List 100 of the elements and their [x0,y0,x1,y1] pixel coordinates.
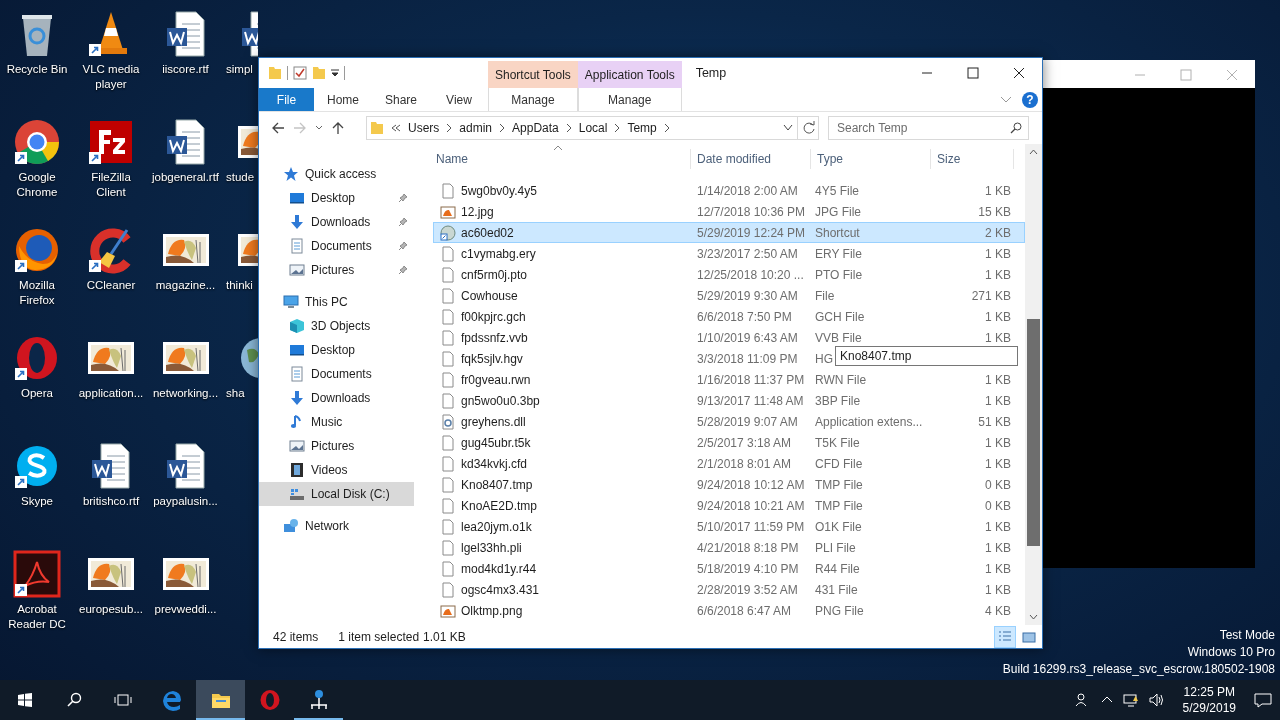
scroll-down-icon[interactable] [1029,614,1038,620]
browser-icon[interactable] [160,689,183,711]
navigation-label: This PC [305,295,349,309]
file-size-cell-text: 1 KB [984,560,1012,578]
desktop-icon-label[interactable]: sha [223,386,245,401]
back-arrow-icon[interactable] [271,121,285,135]
desktop-icon-label[interactable]: Skype [21,494,53,509]
film-icon [289,462,305,478]
scrollbar[interactable] [1025,144,1042,625]
dropdown-caret-icon[interactable] [331,68,339,78]
search-icon[interactable] [65,692,82,708]
column-header[interactable]: Type [811,149,931,169]
navigation-label: Pictures [311,263,356,277]
help-button[interactable]: ? [1022,91,1038,108]
pin-icon [398,265,408,275]
breadcrumb[interactable]: Local [578,121,608,135]
navigation-item[interactable]: Network [259,514,414,538]
navigation-item[interactable]: Downloads [259,386,414,410]
address-bar[interactable]: Users admin AppData Local Temp [366,116,819,140]
date-modified-cell-text: 5/29/2019 12:24 PM [696,224,807,242]
navigation-item[interactable]: Downloads [259,210,414,234]
desktop-icon-label[interactable]: britishco.rtf [82,494,140,509]
desktop-icon-label[interactable]: magazine... [155,278,216,293]
breadcrumb[interactable]: Users [408,121,440,135]
navigation-item[interactable]: Videos [259,458,414,482]
breadcrumb[interactable]: admin [459,121,493,135]
navigation-item[interactable]: Documents [259,362,414,386]
desktop-icon-label[interactable]: thinki [223,278,253,293]
navigation-item[interactable]: Desktop [259,186,414,210]
desktop-icon-label[interactable]: VLC media player [75,62,147,92]
close-icon[interactable] [1013,67,1025,79]
file-name: 12.jpg [461,204,494,219]
expand-ribbon-icon[interactable] [1000,95,1012,104]
task-view-icon[interactable] [112,692,133,708]
navigation-item[interactable]: Desktop [259,338,414,362]
ribbon-tab[interactable]: Share [372,88,430,111]
navigation-item[interactable]: Music [259,410,414,434]
volume-icon[interactable] [1148,692,1165,708]
column-header[interactable]: Name [433,149,691,169]
taskbar-button[interactable] [196,680,245,720]
ribbon-tab[interactable]: View [430,88,488,111]
navigation-item[interactable]: Documents [259,234,414,258]
desktop-icon-label[interactable]: Acrobat Reader DC [1,602,73,632]
ribbon-tab[interactable]: Home [314,88,372,111]
date-modified-cell-text: 9/24/2018 10:12 AM [696,476,806,494]
file-type-cell: PLI File [815,540,856,555]
desktop-icon-label[interactable]: simpl [223,62,253,77]
file-size-cell-text: 1 KB [984,182,1012,200]
search-field[interactable]: Search Temp [828,116,1029,140]
desktop-icon-label[interactable]: Google Chrome [1,170,73,200]
desktop-icon-label[interactable]: prevweddi... [154,602,217,617]
desktop-icon-label[interactable]: CCleaner [86,278,136,293]
scrollbar-thumb[interactable] [1027,319,1040,546]
network-status-icon[interactable] [1122,692,1139,708]
ribbon-tab[interactable]: Manage [577,88,682,111]
breadcrumb[interactable]: Temp [627,121,657,135]
desktop-icon-label[interactable]: iiscore.rtf [162,62,209,77]
date-modified-cell-text: 5/28/2019 9:07 AM [696,413,799,431]
up-arrow-icon[interactable] [331,121,345,135]
navigation-item[interactable]: Quick access [259,162,414,186]
recent-caret-icon[interactable] [315,124,323,132]
dropdown-caret-icon[interactable] [781,123,795,133]
date-modified-cell-text: 5/10/2017 11:59 PM [696,518,806,536]
desktop-icon-label[interactable]: paypalusin... [153,494,218,509]
column-header[interactable]: Date modified [691,149,811,169]
clock[interactable]: 12:25 PM 5/29/2019 [1182,684,1236,716]
properties-icon[interactable] [293,65,307,81]
navigation-item[interactable]: Local Disk (C:) [259,482,414,506]
shortcut-icon [440,224,456,241]
letter-o-icon[interactable] [258,689,281,711]
column-header[interactable]: Size [931,149,1014,169]
file-size-cell-text: 1 KB [984,308,1012,326]
file-type-cell: TMP File [815,477,863,492]
file-menu-tab[interactable]: File [259,88,314,111]
start-icon[interactable] [16,692,33,708]
desktop-icon-label[interactable]: stude [223,170,255,185]
navigation-item[interactable]: 3D Objects [259,314,414,338]
breadcrumb[interactable]: AppData [512,121,559,135]
desktop-icon-label[interactable]: jobgeneral.rtf [151,170,220,185]
navigation-item[interactable]: Pictures [259,434,414,458]
navigation-label: Videos [311,463,349,477]
maximize-icon[interactable] [967,67,979,79]
ribbon-tab[interactable]: Manage [488,88,578,111]
scroll-up-icon[interactable] [1029,149,1038,155]
file-name: f00kpjrc.gch [461,309,526,324]
desktop-icon-label[interactable]: application... [78,386,144,401]
desktop-icon-label[interactable]: Opera [21,386,53,401]
notifications-icon[interactable] [1254,692,1272,708]
file-type-cell: Application extens... [815,414,923,429]
navigation-item[interactable]: Pictures [259,258,414,282]
file-size-cell-text: 0 KB [984,497,1012,515]
desktop-icon-label[interactable]: networking... [152,386,219,401]
desktop-icon-label[interactable]: Mozilla Firefox [1,278,73,308]
desktop-icon-label[interactable]: europesub... [79,602,143,617]
selected-file-row[interactable]: ac60ed02 5/29/2019 12:24 PM Shortcut 2 KB [433,222,1025,243]
image-file-icon [440,602,456,619]
desktop-icon-label[interactable]: Recycle Bin [6,62,68,77]
navigation-item[interactable]: This PC [259,290,414,314]
desktop-icon-label[interactable]: FileZilla Client [75,170,147,200]
pin-icon [398,241,408,251]
